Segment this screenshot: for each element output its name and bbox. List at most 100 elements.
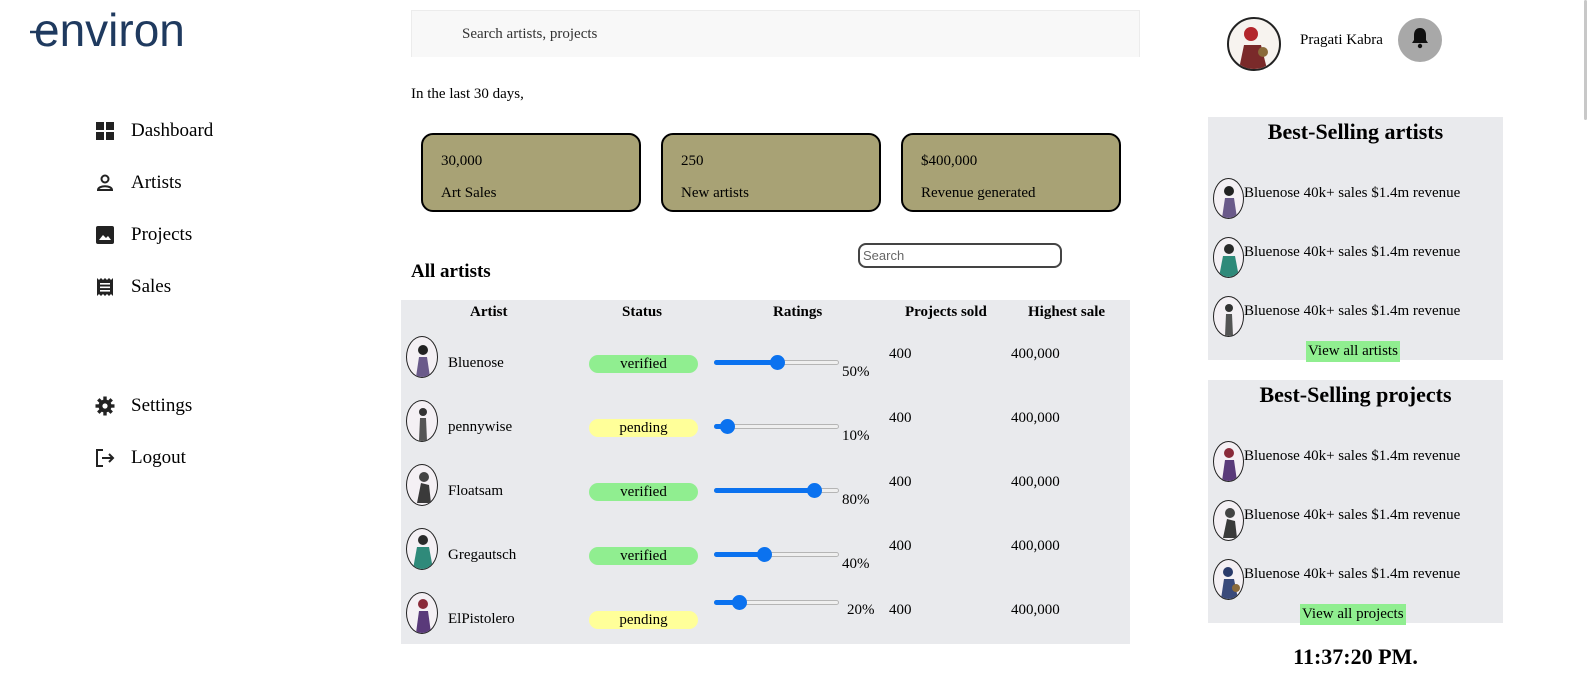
best-artist-avatar xyxy=(1213,178,1244,219)
rating-percent: 80% xyxy=(842,492,870,508)
best-project-sales: 40k+ sales xyxy=(1303,507,1368,523)
period-text: In the last 30 days, xyxy=(411,86,524,102)
profile-avatar[interactable] xyxy=(1227,17,1281,71)
sidebar-item-label: Artists xyxy=(131,172,182,193)
highest-sale: 400,000 xyxy=(1011,410,1060,426)
highest-sale: 400,000 xyxy=(1011,538,1060,554)
projects-sold: 400 xyxy=(889,410,912,426)
artist-name[interactable]: pennywise xyxy=(448,419,512,436)
clock-display: 11:37:20 PM. xyxy=(1293,644,1418,669)
status-badge: pending xyxy=(589,419,698,437)
stat-value: 30,000 xyxy=(441,153,483,169)
artist-name[interactable]: Bluenose xyxy=(448,355,504,372)
sidebar-item-label: Dashboard xyxy=(131,120,214,141)
column-header: Ratings xyxy=(773,304,823,320)
best-project-name: Bluenose xyxy=(1244,448,1300,464)
scrollbar-thumb[interactable] xyxy=(1584,0,1587,120)
person-icon xyxy=(95,173,115,193)
bell-icon xyxy=(1410,27,1430,54)
projects-sold: 400 xyxy=(889,538,912,554)
stat-card-art-sales: 30,000 Art Sales xyxy=(421,133,641,212)
stat-card-revenue: $400,000 Revenue generated xyxy=(901,133,1121,212)
artist-search-input[interactable] xyxy=(858,243,1062,268)
artist-name[interactable]: ElPistolero xyxy=(448,611,515,628)
top-search-bar xyxy=(411,10,1140,57)
best-artist-revenue: $1.4m revenue xyxy=(1371,185,1461,201)
best-project-avatar xyxy=(1213,500,1244,541)
artist-name[interactable]: Floatsam xyxy=(448,483,503,500)
sidebar-item-label: Sales xyxy=(131,276,172,297)
rating-percent: 50% xyxy=(842,364,870,380)
artist-avatar xyxy=(406,464,438,506)
best-artist-item[interactable]: Bluenose 40k+ sales $1.4m revenue xyxy=(1244,185,1460,202)
status-badge: pending xyxy=(589,611,698,629)
best-project-item[interactable]: Bluenose 40k+ sales $1.4m revenue xyxy=(1244,448,1460,465)
view-all-artists-button[interactable]: View all artists xyxy=(1306,341,1400,362)
rating-slider[interactable] xyxy=(714,419,839,434)
artist-name[interactable]: Gregautsch xyxy=(448,547,516,564)
best-project-item[interactable]: Bluenose 40k+ sales $1.4m revenue xyxy=(1244,566,1460,583)
best-artist-avatar xyxy=(1213,237,1244,278)
rating-slider[interactable] xyxy=(714,355,839,370)
stat-label: Revenue generated xyxy=(921,185,1036,201)
rating-slider[interactable] xyxy=(714,483,839,498)
column-header: Projects sold xyxy=(905,304,987,320)
rating-slider[interactable] xyxy=(714,547,839,562)
best-project-revenue: $1.4m revenue xyxy=(1371,448,1461,464)
best-artist-revenue: $1.4m revenue xyxy=(1371,303,1461,319)
notifications-button[interactable] xyxy=(1398,18,1442,62)
projects-sold: 400 xyxy=(889,346,912,362)
image-icon xyxy=(95,225,115,245)
dashboard-icon xyxy=(95,121,115,141)
sidebar-item-projects[interactable]: Projects xyxy=(95,220,192,250)
view-all-projects-button[interactable]: View all projects xyxy=(1300,604,1406,625)
highest-sale: 400,000 xyxy=(1011,602,1060,618)
highest-sale: 400,000 xyxy=(1011,346,1060,362)
best-project-name: Bluenose xyxy=(1244,507,1300,523)
search-input[interactable] xyxy=(462,25,1139,43)
logout-icon xyxy=(95,448,115,468)
artist-avatar xyxy=(406,592,438,634)
stat-label: New artists xyxy=(681,185,749,201)
column-header: Artist xyxy=(470,304,508,320)
best-project-sales: 40k+ sales xyxy=(1303,566,1368,582)
best-project-name: Bluenose xyxy=(1244,566,1300,582)
section-title: All artists xyxy=(411,261,491,282)
artist-avatar xyxy=(406,528,438,570)
environ-logo[interactable]: environ xyxy=(30,4,230,56)
best-artist-sales: 40k+ sales xyxy=(1303,185,1368,201)
best-project-item[interactable]: Bluenose 40k+ sales $1.4m revenue xyxy=(1244,507,1460,524)
rating-percent: 40% xyxy=(842,556,870,572)
highest-sale: 400,000 xyxy=(1011,474,1060,490)
column-header: Highest sale xyxy=(1028,304,1106,320)
stat-label: Art Sales xyxy=(441,185,497,201)
best-artist-sales: 40k+ sales xyxy=(1303,244,1368,260)
stat-value: $400,000 xyxy=(921,153,978,169)
stat-card-new-artists: 250 New artists xyxy=(661,133,881,212)
sidebar-item-settings[interactable]: Settings xyxy=(95,391,192,421)
best-project-avatar xyxy=(1213,441,1244,482)
sidebar-item-sales[interactable]: Sales xyxy=(95,272,171,302)
artist-avatar xyxy=(406,400,438,442)
sidebar-item-logout[interactable]: Logout xyxy=(95,443,186,473)
sidebar-item-dashboard[interactable]: Dashboard xyxy=(95,116,213,146)
best-artist-name: Bluenose xyxy=(1244,185,1300,201)
stat-value: 250 xyxy=(681,153,704,169)
status-badge: verified xyxy=(589,483,698,501)
rating-slider[interactable] xyxy=(714,595,839,610)
profile-name: Pragati Kabra xyxy=(1300,32,1383,48)
artist-avatar xyxy=(406,336,438,378)
best-project-sales: 40k+ sales xyxy=(1303,448,1368,464)
sidebar-item-artists[interactable]: Artists xyxy=(95,168,182,198)
best-project-avatar xyxy=(1213,559,1244,600)
projects-sold: 400 xyxy=(889,602,912,618)
best-artist-item[interactable]: Bluenose 40k+ sales $1.4m revenue xyxy=(1244,244,1460,261)
best-artist-item[interactable]: Bluenose 40k+ sales $1.4m revenue xyxy=(1244,303,1460,320)
sidebar-item-label: Settings xyxy=(131,395,193,416)
panel-title: Best-Selling artists xyxy=(1267,119,1444,144)
best-project-revenue: $1.4m revenue xyxy=(1371,566,1461,582)
best-artist-sales: 40k+ sales xyxy=(1303,303,1368,319)
best-artist-name: Bluenose xyxy=(1244,244,1300,260)
gear-icon xyxy=(95,396,115,416)
status-badge: verified xyxy=(589,547,698,565)
